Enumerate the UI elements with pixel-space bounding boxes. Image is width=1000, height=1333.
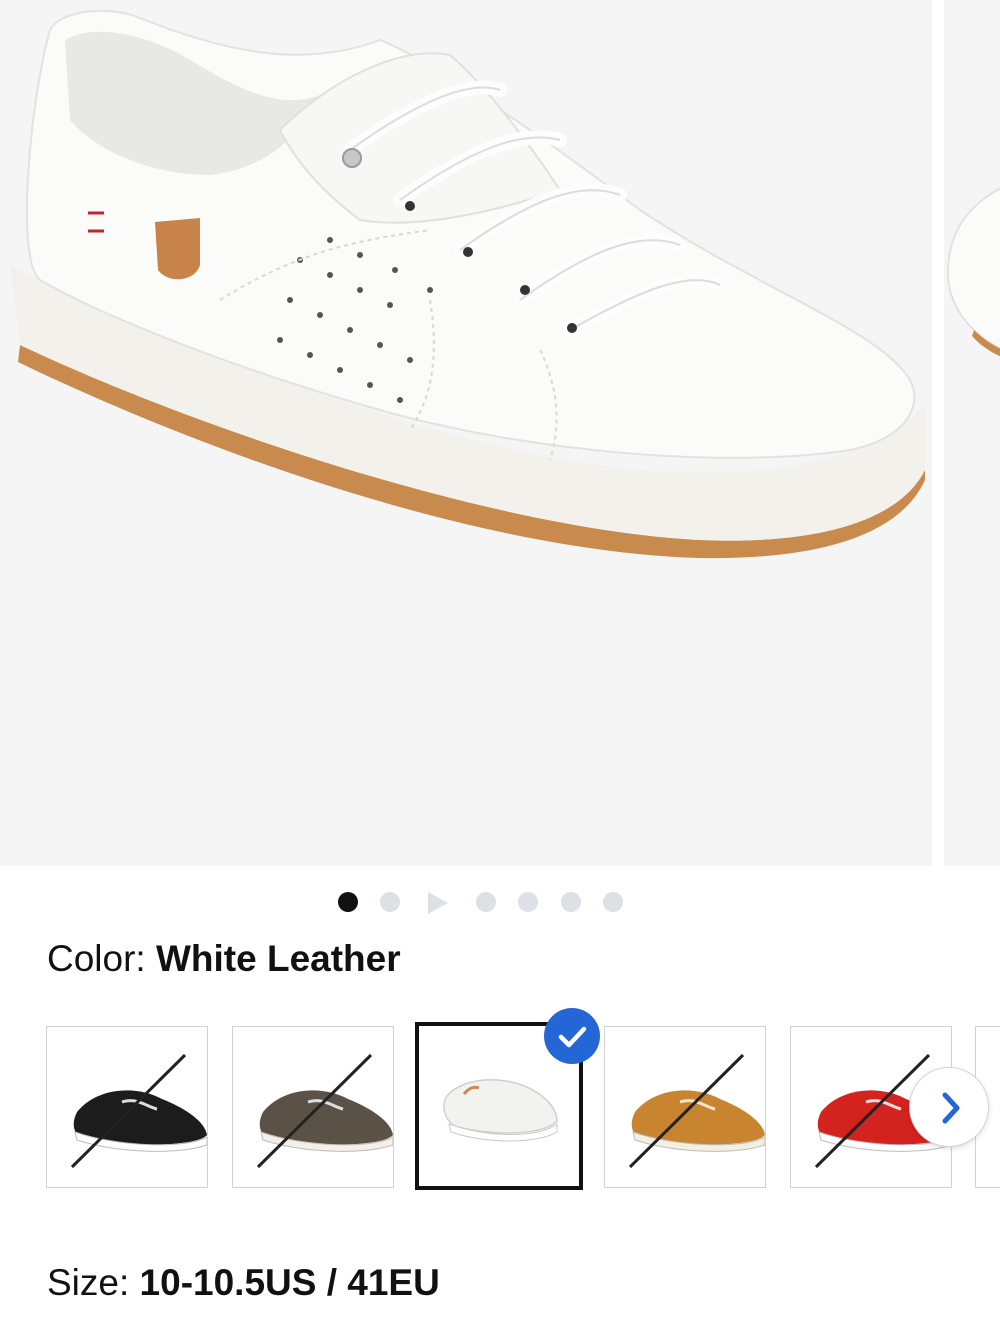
product-gallery[interactable] (0, 0, 1000, 866)
selected-size: 10-10.5US / 41EU (139, 1262, 440, 1303)
brown-sneaker-thumbnail (256, 1053, 393, 1169)
product-image-main[interactable] (0, 0, 932, 866)
pagination-dot-6[interactable] (561, 892, 581, 912)
size-label: Size: (47, 1262, 130, 1303)
pagination-dot-2[interactable] (380, 892, 400, 912)
color-swatch-tan[interactable] (604, 1026, 766, 1188)
selected-checkmark-icon (544, 1008, 600, 1064)
pagination-dot-7[interactable] (603, 892, 623, 912)
swatch-next-button[interactable] (909, 1067, 989, 1147)
tan-sneaker-thumbnail (628, 1053, 765, 1169)
color-swatch-carousel (0, 1020, 1000, 1200)
pagination-video-icon[interactable] (428, 892, 448, 914)
chevron-right-icon (942, 1092, 960, 1124)
product-image-next[interactable] (944, 0, 1000, 866)
pagination-dot-1[interactable] (338, 892, 358, 912)
pagination-dot-5[interactable] (518, 892, 538, 912)
color-label: Color: (47, 938, 146, 979)
gallery-pagination (0, 888, 1000, 918)
color-selection-label: Color: White Leather (47, 938, 401, 980)
color-swatch-black[interactable] (46, 1026, 208, 1188)
color-swatch-brown[interactable] (232, 1026, 394, 1188)
black-sneaker-thumbnail (70, 1053, 207, 1169)
next-sneaker-image (946, 187, 1000, 357)
size-selection-label: Size: 10-10.5US / 41EU (47, 1262, 440, 1304)
pagination-dot-4[interactable] (476, 892, 496, 912)
white-sneaker-image (10, 9, 925, 559)
selected-color-name: White Leather (155, 938, 401, 979)
